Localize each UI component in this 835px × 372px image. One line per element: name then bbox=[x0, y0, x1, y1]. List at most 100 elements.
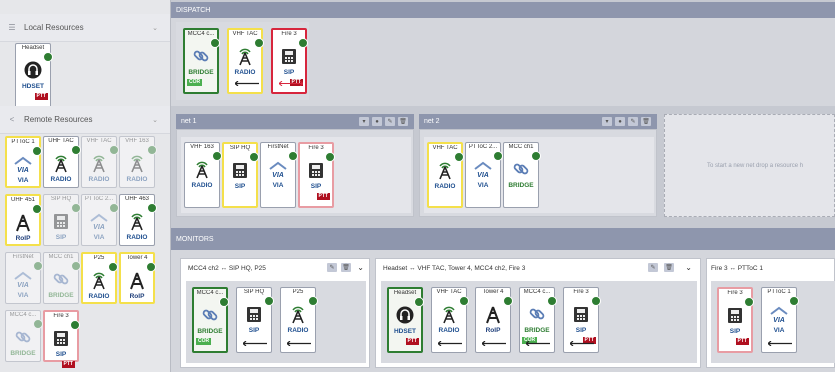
net-menu-button[interactable]: ▾ bbox=[359, 117, 369, 126]
net-tile[interactable]: PTToC 2... VIA VIA bbox=[465, 142, 503, 208]
chevron-down-icon[interactable]: ⌄ bbox=[685, 263, 692, 272]
edit-icon[interactable]: ✎ bbox=[628, 117, 638, 126]
net-status-button[interactable]: ● bbox=[615, 117, 625, 126]
direction-arrow-icon[interactable] bbox=[569, 340, 594, 347]
tile-type: VIA bbox=[17, 177, 29, 184]
chevron-down-icon[interactable]: ⌄ bbox=[152, 116, 158, 124]
monitor-tile[interactable]: MCC4 c... BRIDGE COR bbox=[519, 287, 557, 353]
monitor-group-title: Fire 3 ↔ PTToC 1 bbox=[711, 265, 764, 272]
dispatch-tile[interactable]: MCC4 c... BRIDGE COR bbox=[183, 28, 220, 94]
monitor-tile[interactable]: Fire 3 SIP PTT bbox=[717, 287, 754, 353]
direction-arrow-icon[interactable] bbox=[234, 80, 259, 87]
roip-icon bbox=[476, 304, 510, 324]
tile-label: VHF TAC bbox=[432, 145, 458, 151]
net-status-button[interactable]: ● bbox=[372, 117, 382, 126]
tile-type: RoIP bbox=[15, 235, 31, 242]
net-tile[interactable]: SIP HQ SIP bbox=[222, 142, 259, 208]
net-tile[interactable]: Fire 3 SIP PTT bbox=[298, 142, 335, 208]
tile-label: VHF 163 bbox=[125, 138, 149, 144]
tile-type: SIP bbox=[283, 69, 295, 76]
chevron-down-icon[interactable]: ⌄ bbox=[152, 24, 158, 32]
tile-label: UHF TAC bbox=[48, 138, 74, 144]
remote-resource-tile[interactable]: UHF 451 RoIP bbox=[5, 194, 42, 246]
via-icon: VIA bbox=[762, 304, 796, 324]
monitor-tile[interactable]: Headset HDSET PTT bbox=[387, 287, 424, 353]
net-menu-button[interactable]: ▾ bbox=[602, 117, 612, 126]
remote-resource-tile[interactable]: P25 RADIO bbox=[81, 252, 118, 304]
monitor-tile[interactable]: VHF TAC RADIO bbox=[431, 287, 469, 353]
monitor-tile[interactable]: SIP HQ SIP bbox=[236, 287, 274, 353]
tile-type: SIP bbox=[310, 183, 322, 190]
svg-text:VIA: VIA bbox=[477, 172, 489, 179]
direction-arrow-icon[interactable] bbox=[481, 340, 506, 347]
tile-type: VIA bbox=[272, 182, 284, 189]
net-tile[interactable]: MCC ch1 BRIDGE bbox=[503, 142, 541, 208]
direction-arrow-icon[interactable] bbox=[278, 80, 304, 87]
remote-resource-tile[interactable]: Tower 4 RoIP bbox=[119, 252, 156, 304]
remote-resource-tile[interactable]: VHF TAC RADIO bbox=[81, 136, 119, 188]
monitor-group-title: Headset ↔ VHF TAC, Tower 4, MCC4 ch2, Fi… bbox=[383, 265, 526, 272]
tile-label: UHF 451 bbox=[10, 197, 35, 203]
dispatch-tile[interactable]: Fire 3 SIP PTT bbox=[271, 28, 308, 94]
trash-icon[interactable]: 🗑 bbox=[341, 263, 351, 272]
local-resources-header[interactable]: ☰ Local Resources ⌄ bbox=[0, 14, 170, 42]
tile-type: SIP bbox=[55, 351, 67, 358]
edit-icon[interactable]: ✎ bbox=[327, 263, 337, 272]
monitor-tile[interactable]: P25 RADIO bbox=[280, 287, 318, 353]
remote-resource-tile[interactable]: MCC4 c... BRIDGE bbox=[5, 310, 43, 362]
remote-resource-tile[interactable]: PTToC 1 VIA VIA bbox=[5, 136, 42, 188]
remote-resource-tile[interactable]: PTToC 2... VIA VIA bbox=[81, 194, 119, 246]
chevron-down-icon[interactable]: ⌄ bbox=[357, 263, 364, 272]
tile-label: Headset bbox=[393, 290, 417, 296]
tile-type: RADIO bbox=[438, 327, 460, 334]
monitor-tile[interactable]: Tower 4 RoIP bbox=[475, 287, 513, 353]
remote-resource-tile[interactable]: UHF 463 RADIO bbox=[119, 194, 157, 246]
tile-type: RADIO bbox=[88, 176, 110, 183]
remote-resource-tile[interactable]: SIP HQ SIP bbox=[43, 194, 81, 246]
net-tile[interactable]: VHF 163 RADIO bbox=[184, 142, 222, 208]
remote-resources-header[interactable]: < Remote Resources ⌄ bbox=[0, 106, 170, 134]
remote-resource-tile[interactable]: Fire 3 SIP PTT bbox=[43, 310, 80, 368]
remote-resource-tile[interactable]: FirstNet VIA VIA bbox=[5, 252, 43, 304]
trash-icon[interactable]: 🗑 bbox=[641, 117, 651, 126]
direction-arrow-icon[interactable] bbox=[286, 340, 311, 347]
direction-arrow-icon[interactable] bbox=[437, 340, 462, 347]
new-net-dropzone[interactable]: To start a new net drop a resource h bbox=[664, 114, 835, 217]
tile-type: VIA bbox=[773, 327, 785, 334]
net-tile[interactable]: VHF TAC RADIO bbox=[427, 142, 464, 208]
remote-resource-tile[interactable]: UHF TAC RADIO bbox=[43, 136, 81, 188]
svg-text:VIA: VIA bbox=[272, 172, 284, 179]
monitor-tile[interactable]: PTToC 1 VIA VIA bbox=[761, 287, 799, 353]
radio-icon bbox=[229, 46, 261, 66]
direction-arrow-icon[interactable] bbox=[242, 340, 267, 347]
monitor-tile[interactable]: MCC4 c... BRIDGE COR bbox=[192, 287, 229, 353]
tile-type: BRIDGE bbox=[508, 182, 534, 189]
sip-icon bbox=[45, 328, 77, 348]
tile-label: FirstNet bbox=[267, 144, 289, 150]
trash-icon[interactable]: 🗑 bbox=[398, 117, 408, 126]
monitor-tile[interactable]: Fire 3 SIP PTT bbox=[563, 287, 601, 353]
net-1-panel: VHF 163 RADIO SIP HQ SIP FirstNet VIA VIA Fire … bbox=[176, 129, 414, 217]
trash-icon[interactable]: 🗑 bbox=[664, 263, 674, 272]
local-resource-tile[interactable]: Headset HDSET PTT bbox=[15, 43, 53, 109]
tile-type: VIA bbox=[93, 234, 105, 241]
direction-arrow-icon[interactable] bbox=[767, 340, 792, 347]
tile-label: SIP HQ bbox=[50, 196, 72, 202]
sip-icon bbox=[564, 304, 598, 324]
edit-icon[interactable]: ✎ bbox=[385, 117, 395, 126]
edit-icon[interactable]: ✎ bbox=[648, 263, 658, 272]
sip-icon bbox=[273, 46, 305, 66]
tile-type: RADIO bbox=[191, 182, 213, 189]
dispatch-tile[interactable]: VHF TAC RADIO bbox=[227, 28, 264, 94]
remote-resource-tile[interactable]: MCC ch1 BRIDGE bbox=[43, 252, 81, 304]
remote-resource-tile[interactable]: VHF 163 RADIO bbox=[119, 136, 157, 188]
net-tile[interactable]: FirstNet VIA VIA bbox=[260, 142, 298, 208]
direction-arrow-icon[interactable] bbox=[525, 340, 550, 347]
sip-icon bbox=[224, 160, 256, 180]
bridge-icon bbox=[185, 46, 217, 66]
ptt-badge: PTT bbox=[34, 93, 48, 100]
tile-type: SIP bbox=[234, 183, 246, 190]
tile-label: MCC4 c... bbox=[187, 31, 215, 37]
tile-type: VIA bbox=[17, 292, 29, 299]
tile-type: RADIO bbox=[126, 234, 148, 241]
